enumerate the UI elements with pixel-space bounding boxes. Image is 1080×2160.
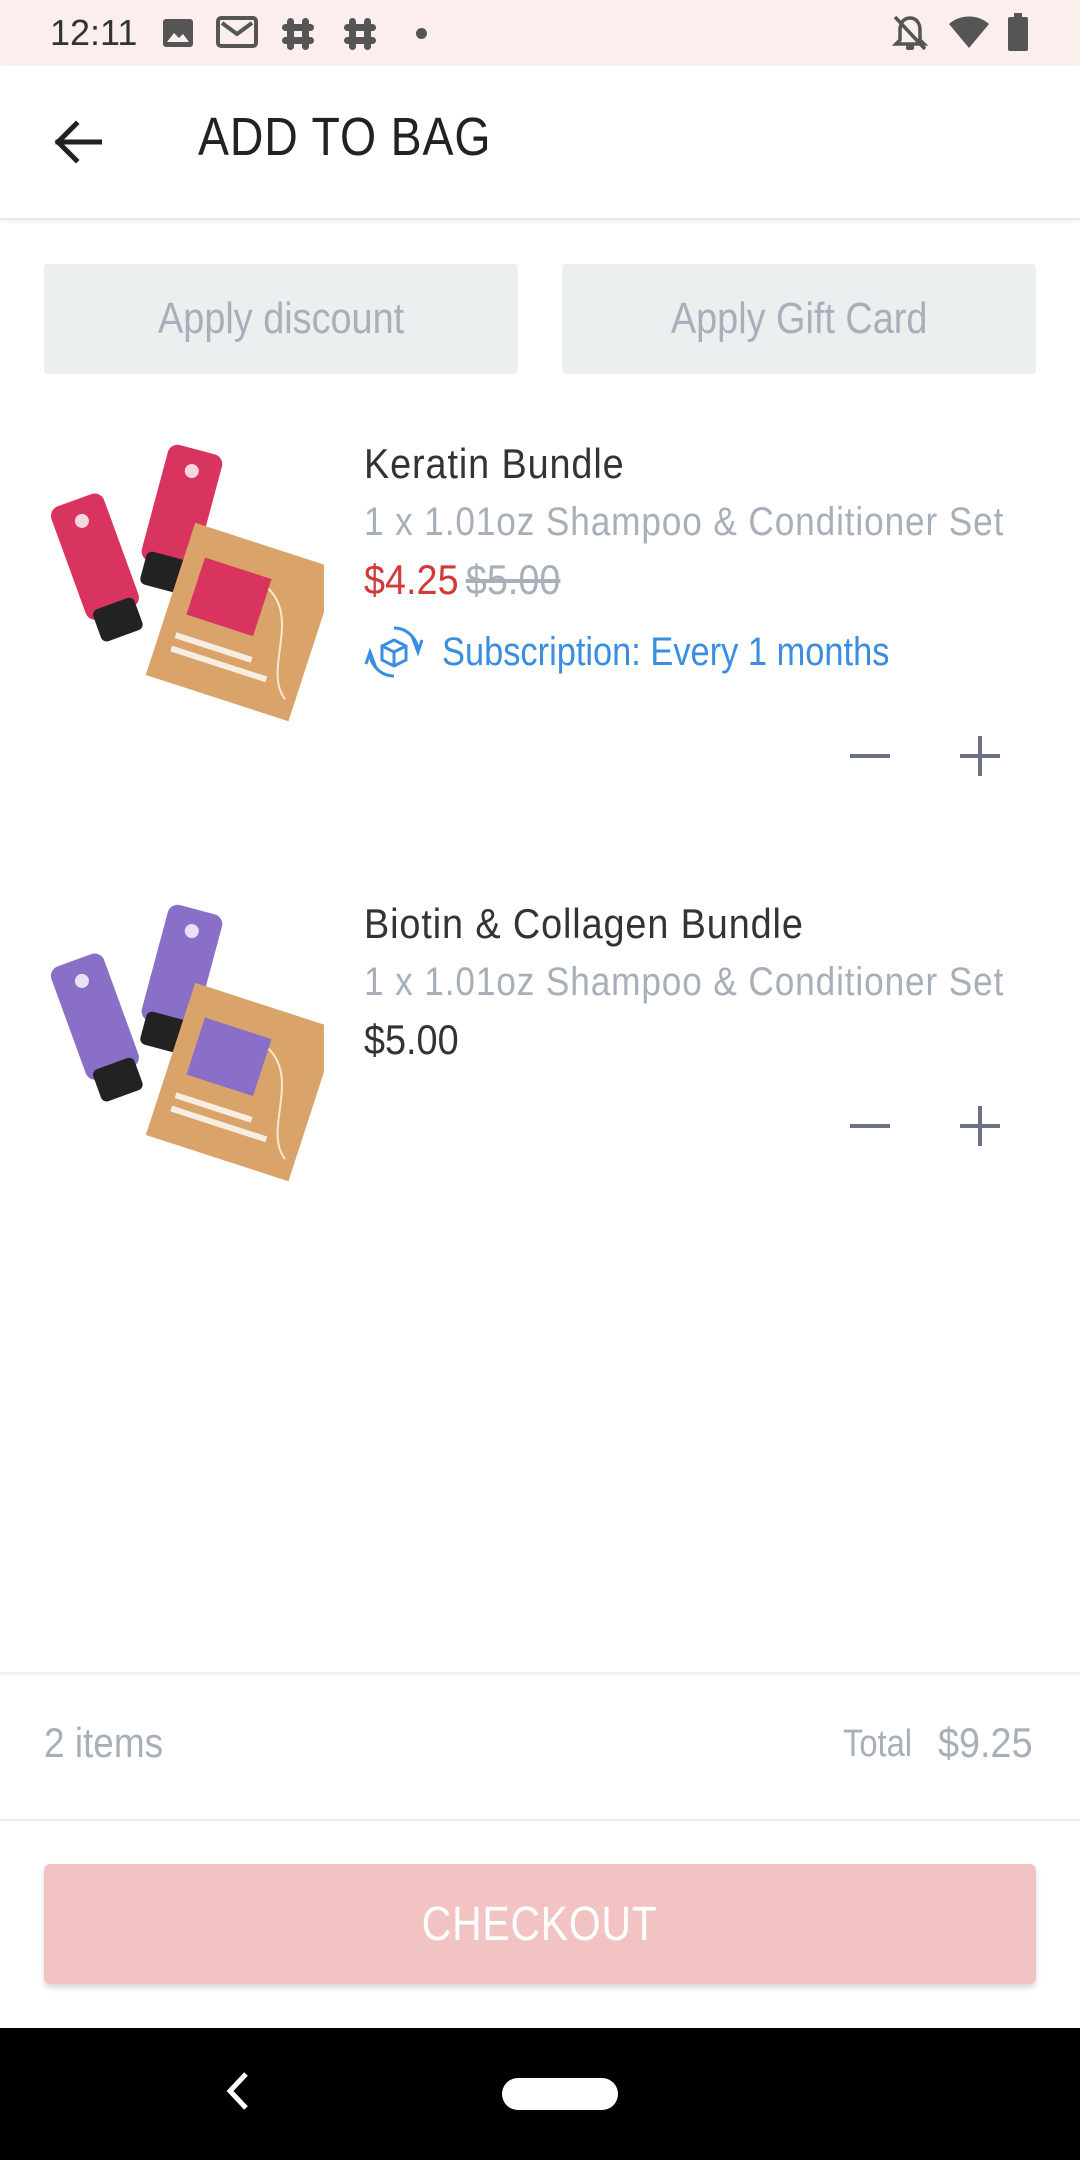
subscription-cycle-icon (364, 626, 424, 678)
product-image (50, 444, 324, 722)
item-name: Keratin Bundle (364, 440, 625, 487)
sale-price: $4.25 (364, 556, 459, 603)
checkout-label: CHECKOUT (422, 1897, 658, 1951)
arrow-left-icon (54, 120, 102, 164)
status-time: 12:11 (50, 12, 138, 53)
system-navigation-bar (0, 2028, 1080, 2160)
nav-back-icon[interactable] (218, 2066, 258, 2116)
wifi-icon (949, 16, 989, 48)
original-price: $5.00 (465, 556, 561, 603)
slack-icon (344, 18, 376, 50)
subscription-label: Subscription: Every 1 months (442, 629, 890, 674)
dot-icon (416, 28, 427, 39)
cart-item: Biotin & Collagen Bundle 1 x 1.01oz Sham… (0, 900, 1080, 1200)
apply-gift-card-button[interactable]: Apply Gift Card (562, 264, 1036, 374)
decrease-quantity-button[interactable] (840, 726, 900, 786)
product-image (50, 904, 324, 1182)
apply-discount-label: Apply discount (157, 294, 405, 343)
plus-icon (960, 736, 1000, 776)
item-price: $5.00 (364, 1016, 459, 1063)
total-value: $9.25 (938, 1719, 1033, 1766)
cart-summary: 2 items Total $9.25 (0, 1672, 1080, 1821)
nav-home-button[interactable] (502, 2078, 618, 2110)
apply-gift-card-label: Apply Gift Card (670, 294, 928, 343)
items-count: 2 items (44, 1719, 164, 1766)
increase-quantity-button[interactable] (950, 1096, 1010, 1156)
bell-off-icon (892, 15, 928, 51)
item-name: Biotin & Collagen Bundle (364, 900, 804, 947)
image-icon (163, 19, 193, 47)
item-price: $4.25 $5.00 (364, 556, 560, 604)
back-button[interactable] (40, 112, 114, 172)
subscription-link[interactable]: Subscription: Every 1 months (364, 622, 962, 682)
checkout-button[interactable]: CHECKOUT (44, 1864, 1036, 1984)
page-title: ADD TO BAG (198, 107, 492, 167)
status-bar: 12:11 (0, 0, 1080, 66)
apply-discount-button[interactable]: Apply discount (44, 264, 518, 374)
increase-quantity-button[interactable] (950, 726, 1010, 786)
gmail-icon (216, 16, 258, 48)
minus-icon (850, 754, 890, 758)
plus-icon (960, 1106, 1000, 1146)
battery-icon (1008, 13, 1028, 51)
total-label: Total (843, 1723, 913, 1765)
item-description: 1 x 1.01oz Shampoo & Conditioner Set (364, 960, 1005, 1004)
item-description: 1 x 1.01oz Shampoo & Conditioner Set (364, 500, 1005, 544)
decrease-quantity-button[interactable] (840, 1096, 900, 1156)
cart-item: Keratin Bundle 1 x 1.01oz Shampoo & Cond… (0, 440, 1080, 800)
slack-icon (282, 18, 314, 50)
minus-icon (850, 1124, 890, 1128)
app-header: ADD TO BAG (0, 66, 1080, 220)
